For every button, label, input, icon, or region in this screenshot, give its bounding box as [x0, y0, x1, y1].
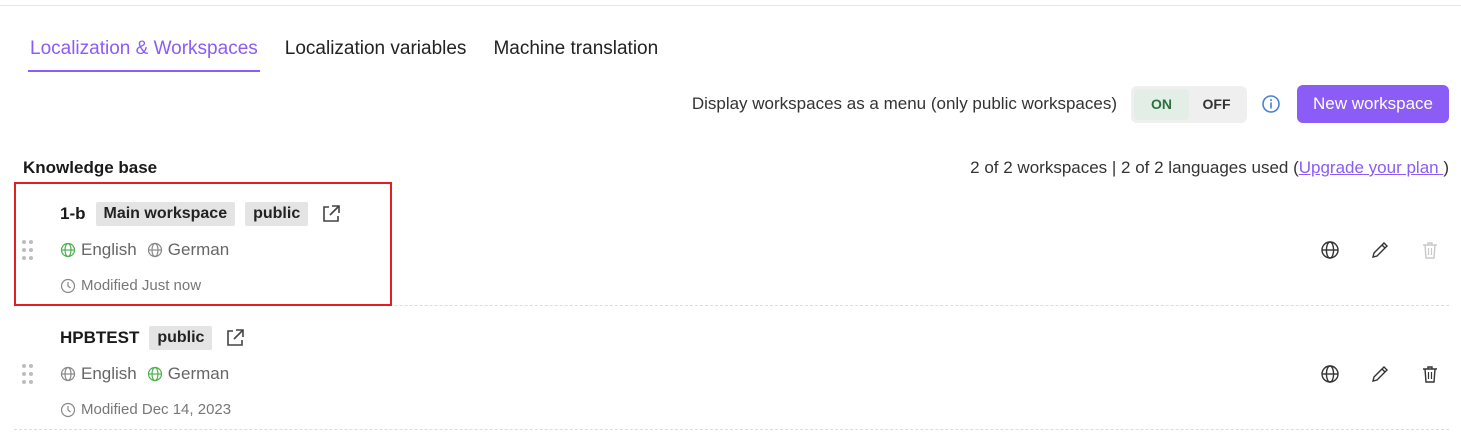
pencil-icon[interactable] [1369, 239, 1391, 261]
trash-icon[interactable] [1419, 239, 1441, 261]
public-badge: public [245, 202, 309, 226]
info-icon[interactable] [1261, 94, 1281, 114]
tab-machine-translation[interactable]: Machine translation [491, 38, 660, 72]
trash-icon[interactable] [1419, 363, 1441, 385]
workspace-toolbar: Display workspaces as a menu (only publi… [692, 85, 1449, 123]
globe-icon [60, 366, 76, 382]
tab-localization-workspaces[interactable]: Localization & Workspaces [28, 38, 260, 72]
workspace-name: HPBTEST [60, 328, 140, 347]
usage-text: 2 of 2 workspaces | 2 of 2 languages use… [970, 158, 1299, 177]
globe-icon [60, 242, 76, 258]
new-workspace-button[interactable]: New workspace [1297, 85, 1449, 123]
workspace-header: HPBTEST public [60, 326, 246, 350]
language-english: English [60, 240, 137, 260]
drag-handle[interactable] [22, 240, 33, 262]
main-workspace-badge: Main workspace [95, 202, 236, 226]
public-badge: public [149, 326, 213, 350]
globe-icon [147, 242, 162, 258]
globe-icon[interactable] [1319, 239, 1341, 261]
toggle-off-option[interactable]: OFF [1189, 89, 1244, 120]
globe-icon [147, 366, 162, 382]
modified-info: Modified Dec 14, 2023 [60, 401, 231, 418]
workspace-name: 1-b [60, 204, 86, 223]
tab-localization-variables[interactable]: Localization variables [283, 38, 469, 72]
menu-display-toggle[interactable]: ON OFF [1131, 85, 1247, 123]
upgrade-plan-link[interactable]: Upgrade your plan [1299, 158, 1444, 177]
external-link-icon[interactable] [224, 327, 246, 349]
language-english: English [60, 364, 137, 384]
menu-display-label: Display workspaces as a menu (only publi… [691, 94, 1117, 113]
top-divider [0, 5, 1461, 6]
section-title: Knowledge base [23, 158, 158, 177]
tab-bar: Localization & Workspaces Localization v… [28, 38, 683, 72]
modified-text: Modified Dec 14, 2023 [81, 401, 232, 418]
modified-info: Modified Just now [60, 277, 201, 294]
row-actions [1319, 239, 1441, 261]
language-list: English German [60, 364, 239, 384]
clock-icon [60, 278, 76, 293]
workspace-row: 1-b Main workspace public English German… [14, 184, 1449, 306]
workspace-header: 1-b Main workspace public [60, 202, 342, 226]
drag-handle[interactable] [22, 364, 33, 386]
row-actions [1319, 363, 1441, 385]
external-link-icon[interactable] [320, 203, 342, 225]
workspace-row: HPBTEST public English German Modified D… [14, 308, 1449, 430]
modified-text: Modified Just now [81, 277, 202, 294]
language-list: English German [60, 240, 239, 260]
language-german: German [147, 364, 229, 384]
pencil-icon[interactable] [1369, 363, 1391, 385]
globe-icon[interactable] [1319, 363, 1341, 385]
usage-summary: 2 of 2 workspaces | 2 of 2 languages use… [970, 158, 1449, 178]
clock-icon [60, 402, 76, 417]
usage-close: ) [1443, 158, 1449, 177]
toggle-on-option[interactable]: ON [1134, 88, 1189, 120]
language-german: German [147, 240, 229, 260]
